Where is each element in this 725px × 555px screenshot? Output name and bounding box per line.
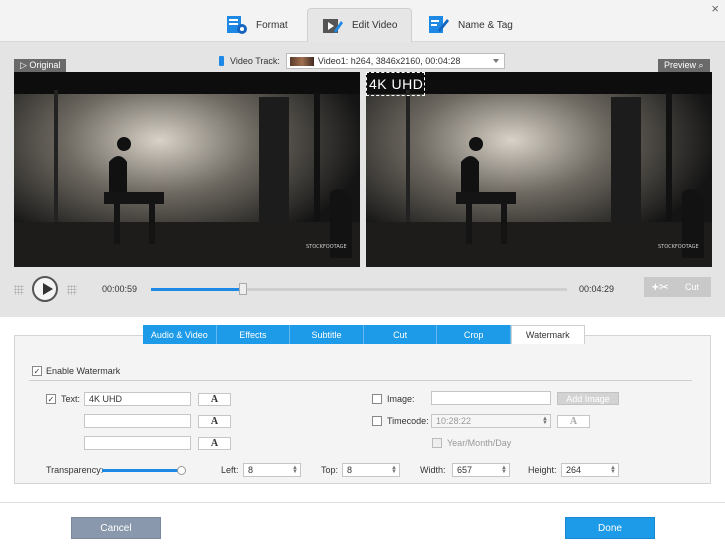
video-track-icon xyxy=(219,56,224,66)
left-value: 8 xyxy=(248,465,254,475)
timecode-label: Timecode: xyxy=(387,416,429,426)
left-input[interactable]: 8 ▲ ▼ xyxy=(243,463,301,477)
height-label: Height: xyxy=(528,465,557,475)
watermark-settings-panel xyxy=(14,335,711,484)
top-tab-bar: Format Edit Video Name & Tag × xyxy=(0,0,725,42)
date-checkbox[interactable] xyxy=(432,438,442,448)
zoom-icon: ⌕ xyxy=(698,60,704,70)
original-label: Original xyxy=(29,60,61,70)
footer: Cancel Done xyxy=(0,502,725,555)
total-time: 00:04:29 xyxy=(579,284,615,294)
height-value: 264 xyxy=(566,465,582,475)
scissors-icon: +✂ xyxy=(651,280,669,294)
video-track-value: Video1: h264, 3846x2160, 00:04:28 xyxy=(317,56,461,66)
preview-label: Preview xyxy=(664,60,697,70)
tab-format[interactable]: Format xyxy=(226,8,288,42)
grip-right-icon[interactable] xyxy=(67,285,77,295)
add-image-button[interactable]: Add Image xyxy=(557,392,619,405)
tab-name-tag-label: Name & Tag xyxy=(458,19,513,31)
text-input-2[interactable] xyxy=(84,414,191,428)
progress-fill xyxy=(151,288,243,291)
divider xyxy=(29,380,692,381)
font-button-3[interactable]: A xyxy=(198,437,231,450)
date-label: Year/Month/Day xyxy=(447,438,512,448)
top-input[interactable]: 8 ▲ ▼ xyxy=(342,463,400,477)
tab-edit-video-label: Edit Video xyxy=(352,20,398,31)
timecode-font-button[interactable]: A xyxy=(557,415,590,428)
spinner-icon[interactable]: ▲ ▼ xyxy=(292,465,298,475)
edit-tabs: Audio & Video Effects Subtitle Cut Crop … xyxy=(143,325,585,344)
grip-left-icon[interactable] xyxy=(14,285,24,295)
watermark-overlay[interactable]: 4K UHD xyxy=(366,72,425,96)
video-track-row: Video Track: Video1: h264, 3846x2160, 00… xyxy=(219,53,505,69)
video-track-label: Video Track: xyxy=(230,56,280,66)
format-settings-icon xyxy=(226,14,248,36)
font-button-1[interactable]: A xyxy=(198,393,231,406)
done-button[interactable]: Done xyxy=(565,517,655,539)
transparency-slider[interactable] xyxy=(102,466,186,475)
enable-watermark-checkbox[interactable]: ✓ xyxy=(32,366,42,376)
tab-name-tag[interactable]: Name & Tag xyxy=(428,8,513,42)
tab-edit-video[interactable]: Edit Video xyxy=(307,8,413,42)
transparency-handle[interactable] xyxy=(177,466,186,475)
height-input[interactable]: 264 ▲ ▼ xyxy=(561,463,619,477)
cancel-button[interactable]: Cancel xyxy=(71,517,161,539)
text-checkbox[interactable]: ✓ xyxy=(46,394,56,404)
top-value: 8 xyxy=(347,465,353,475)
preview-badge[interactable]: Preview ⌕ xyxy=(658,59,710,72)
video-track-select[interactable]: Video1: h264, 3846x2160, 00:04:28 xyxy=(285,53,505,69)
video-thumbnail xyxy=(289,56,314,66)
original-video-frame: STOCKFOOTAGE xyxy=(14,72,360,267)
progress-slider[interactable] xyxy=(151,283,567,295)
spinner-icon[interactable]: ▲ ▼ xyxy=(501,465,507,475)
timecode-checkbox[interactable] xyxy=(372,416,382,426)
playback-controls: 00:00:59 00:04:29 +✂ Cut xyxy=(0,276,725,304)
spinner-icon[interactable]: ▲ ▼ xyxy=(542,416,548,426)
tab-audio-video[interactable]: Audio & Video xyxy=(143,325,217,344)
chevron-down-icon xyxy=(492,59,499,63)
font-button-2[interactable]: A xyxy=(198,415,231,428)
image-path-input[interactable] xyxy=(431,391,551,405)
top-label: Top: xyxy=(321,465,339,475)
image-checkbox[interactable] xyxy=(372,394,382,404)
cut-label: Cut xyxy=(684,282,699,292)
text-input-3[interactable] xyxy=(84,436,191,450)
tab-cut[interactable]: Cut xyxy=(363,325,438,344)
enable-watermark-label: Enable Watermark xyxy=(46,366,121,376)
text-label: Text: xyxy=(61,394,81,404)
left-label: Left: xyxy=(221,465,239,475)
width-label: Width: xyxy=(420,465,446,475)
tab-watermark[interactable]: Watermark xyxy=(510,325,585,344)
current-time: 00:00:59 xyxy=(102,284,138,294)
width-value: 657 xyxy=(457,465,473,475)
original-badge: ▷ Original xyxy=(14,59,67,72)
preview-video-frame: STOCKFOOTAGE xyxy=(366,72,712,267)
tab-subtitle[interactable]: Subtitle xyxy=(290,325,364,344)
text-input-1[interactable]: 4K UHD xyxy=(84,392,191,406)
tab-format-label: Format xyxy=(256,19,288,31)
spinner-icon[interactable]: ▲ ▼ xyxy=(610,465,616,475)
close-icon[interactable]: × xyxy=(711,2,719,16)
image-label: Image: xyxy=(387,394,415,404)
transparency-label: Transparency: xyxy=(46,465,104,475)
spinner-icon[interactable]: ▲ ▼ xyxy=(391,465,397,475)
width-input[interactable]: 657 ▲ ▼ xyxy=(452,463,510,477)
edit-video-icon xyxy=(322,15,344,37)
cut-button[interactable]: +✂ Cut xyxy=(644,277,711,297)
play-button[interactable] xyxy=(32,276,58,302)
logo-text-right: STOCKFOOTAGE xyxy=(658,244,699,250)
timecode-value: 10:28:22 xyxy=(436,416,472,426)
timecode-input[interactable]: 10:28:22 ▲ ▼ xyxy=(431,414,551,428)
tab-crop[interactable]: Crop xyxy=(437,325,511,344)
progress-handle[interactable] xyxy=(238,283,247,295)
tab-effects[interactable]: Effects xyxy=(216,325,291,344)
logo-text-left: STOCKFOOTAGE xyxy=(306,244,347,250)
name-tag-icon xyxy=(428,14,450,36)
